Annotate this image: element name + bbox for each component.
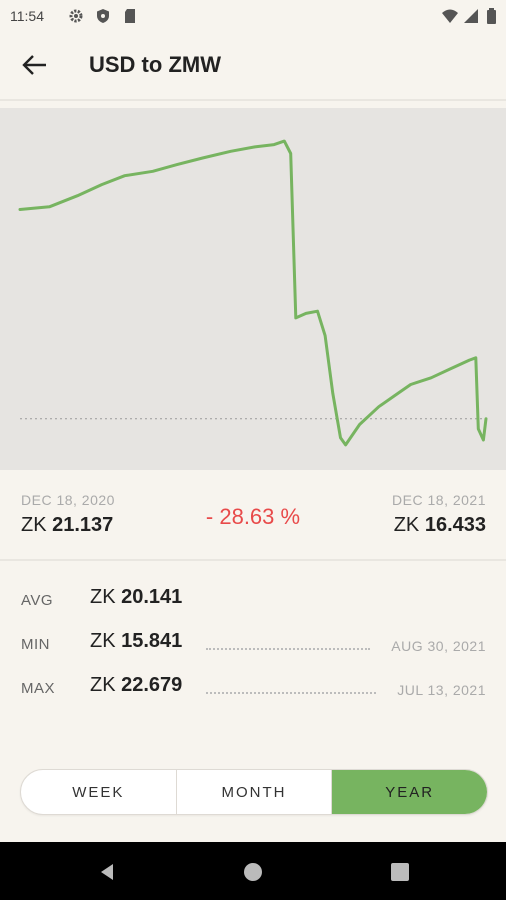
min-label: MIN: [21, 636, 50, 653]
avg-number: 20.141: [121, 586, 183, 608]
wifi-icon: [442, 9, 458, 23]
end-rate-value: 16.433: [424, 514, 486, 536]
back-button[interactable]: [20, 48, 50, 82]
stats-section: AVG ZK 20.141 MIN ZK 15.841 AUG 30, 2021…: [0, 570, 506, 720]
range-summary: DEC 18, 2020 ZK 21.137 - 28.63 % DEC 18,…: [0, 470, 506, 558]
min-value: ZK 15.841: [90, 630, 182, 653]
min-date: AUG 30, 2021: [391, 638, 486, 654]
rate-series-line: [18, 139, 488, 447]
period-year-button[interactable]: YEAR: [332, 770, 487, 814]
avg-currency: ZK: [90, 586, 116, 608]
max-date: JUL 13, 2021: [397, 682, 486, 698]
min-currency: ZK: [90, 630, 116, 652]
status-time: 11:54: [10, 8, 44, 24]
battery-icon: [487, 8, 496, 24]
end-currency: ZK: [393, 514, 420, 536]
square-recents-icon: [391, 863, 409, 881]
arrow-left-icon: [22, 55, 46, 75]
max-value: ZK 22.679: [90, 674, 182, 697]
avg-label: AVG: [21, 592, 54, 609]
max-label: MAX: [21, 680, 56, 697]
stat-row-min: MIN ZK 15.841 AUG 30, 2021: [0, 630, 506, 660]
summary-divider: [0, 559, 506, 561]
max-dotted-leader: [206, 692, 376, 694]
header-divider: [0, 99, 506, 101]
rate-chart: [0, 108, 506, 470]
gear-icon: [69, 9, 83, 23]
period-month-button[interactable]: MONTH: [177, 770, 333, 814]
circle-home-icon: [244, 863, 262, 881]
max-currency: ZK: [90, 674, 116, 696]
app-bar: USD to ZMW: [0, 32, 506, 100]
rate-chart-svg: [18, 139, 488, 447]
system-nav-bar: [0, 842, 506, 900]
stat-row-max: MAX ZK 22.679 JUL 13, 2021: [0, 674, 506, 704]
triangle-back-icon: [101, 864, 113, 880]
shield-icon: [97, 9, 109, 23]
period-week-button[interactable]: WEEK: [21, 770, 177, 814]
max-number: 22.679: [121, 674, 183, 696]
avg-value: ZK 20.141: [90, 586, 182, 609]
period-toggle: WEEK MONTH YEAR: [20, 769, 488, 815]
min-dotted-leader: [206, 648, 370, 650]
status-bar: 11:54: [0, 0, 506, 32]
nav-back-button[interactable]: [96, 861, 118, 883]
nav-recents-button[interactable]: [389, 861, 411, 883]
page-title: USD to ZMW: [89, 52, 221, 77]
end-rate: ZK 16.433: [394, 514, 486, 537]
min-number: 15.841: [121, 630, 183, 652]
stat-row-avg: AVG ZK 20.141: [0, 586, 506, 616]
signal-icon: [464, 9, 478, 23]
nav-home-button[interactable]: [242, 861, 264, 883]
sd-card-icon: [125, 9, 135, 23]
end-date: DEC 18, 2021: [392, 492, 486, 508]
